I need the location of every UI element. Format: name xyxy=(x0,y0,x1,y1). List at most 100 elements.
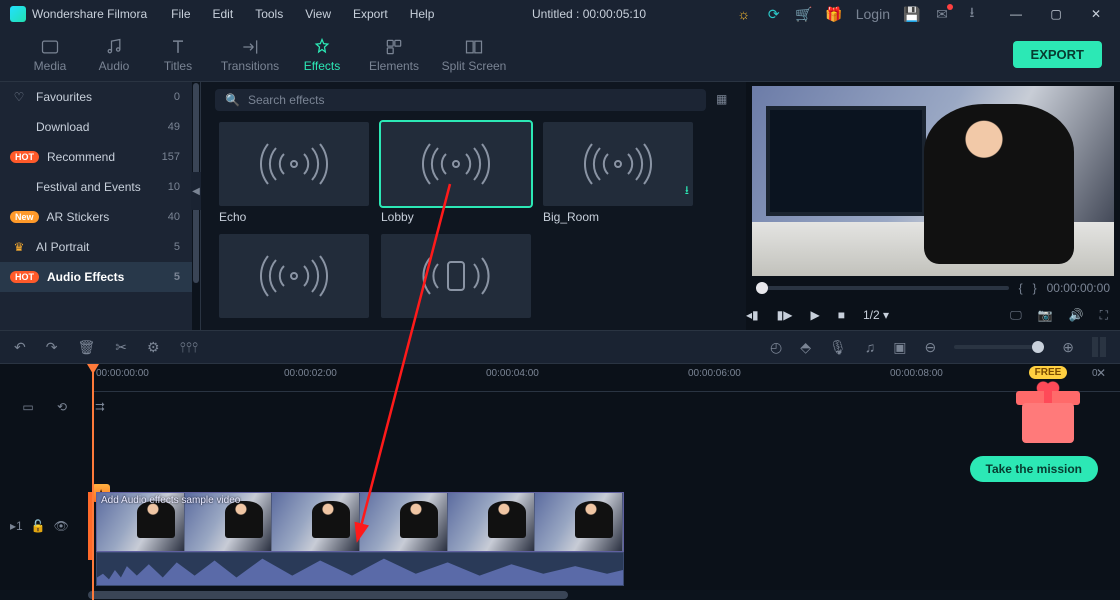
window-close-button[interactable]: ✕ xyxy=(1076,0,1116,28)
grid-view-icon[interactable]: ▦ xyxy=(716,92,732,108)
render-icon[interactable]: ◴ xyxy=(770,339,782,356)
sidebar-item-download[interactable]: Download 49 xyxy=(0,112,192,142)
window-maximize-button[interactable]: ▢ xyxy=(1036,0,1076,28)
download-effect-icon[interactable]: ⭳ xyxy=(685,181,689,202)
new-badge: New xyxy=(10,211,39,223)
menu-edit[interactable]: Edit xyxy=(205,7,242,21)
timeline-scrollbar[interactable] xyxy=(0,590,1120,600)
playhead[interactable] xyxy=(92,364,94,600)
effect-echo[interactable]: Echo xyxy=(219,122,369,224)
snapshot-icon[interactable]: 📷 xyxy=(1038,308,1053,322)
sidebar-item-ai-portrait[interactable]: ♛ AI Portrait 5 xyxy=(0,232,192,262)
effect-big-room[interactable]: ⭳ Big_Room xyxy=(543,122,693,224)
undo-button[interactable]: ↶ xyxy=(14,339,26,356)
keyframe-icon[interactable]: ▣ xyxy=(893,339,906,356)
take-mission-button[interactable]: Take the mission xyxy=(970,456,1098,482)
sidebar-item-label: AI Portrait xyxy=(36,240,166,254)
mode-elements[interactable]: Elements xyxy=(354,37,434,73)
mode-split-screen[interactable]: Split Screen xyxy=(434,37,514,73)
menu-view[interactable]: View xyxy=(297,7,339,21)
sidebar-item-label: Favourites xyxy=(36,90,166,104)
hot-badge: HOT xyxy=(10,151,39,163)
mark-out-icon[interactable]: } xyxy=(1033,281,1037,295)
zoom-slider[interactable] xyxy=(954,345,1044,349)
gift-promo[interactable]: FREE xyxy=(1008,364,1088,443)
menu-help[interactable]: Help xyxy=(402,7,443,21)
sidebar-item-audio-effects[interactable]: HOT Audio Effects 5 xyxy=(0,262,192,292)
effect-item-phone[interactable] xyxy=(381,234,531,318)
mode-transitions-label: Transitions xyxy=(221,59,279,73)
track-id: ▸1 xyxy=(10,519,23,533)
lock-icon[interactable]: 🔓 xyxy=(31,519,46,533)
sidebar-item-count: 40 xyxy=(168,211,180,223)
split-button[interactable]: ✂ xyxy=(115,339,127,356)
sidebar-item-label: Festival and Events xyxy=(36,180,160,194)
prev-frame-button[interactable]: ◂▮ xyxy=(746,308,759,322)
mode-transitions[interactable]: Transitions xyxy=(210,37,290,73)
marker-icon[interactable]: ⬘ xyxy=(800,339,811,356)
download-icon[interactable]: ⭳ xyxy=(964,6,980,22)
equalizer-icon[interactable]: ⫯⫯⫯ xyxy=(180,339,198,356)
play-button[interactable]: ▶ xyxy=(810,308,819,322)
mode-audio[interactable]: Audio xyxy=(82,37,146,73)
step-back-button[interactable]: ▮▶ xyxy=(777,308,793,322)
sidebar-item-favourites[interactable]: ♡ Favourites 0 xyxy=(0,82,192,112)
delete-button[interactable]: 🗑 xyxy=(77,339,95,356)
sidebar-item-recommend[interactable]: HOT Recommend 157 xyxy=(0,142,192,172)
refresh-icon[interactable]: ⟳ xyxy=(766,6,782,22)
search-input[interactable]: 🔍 Search effects xyxy=(215,89,706,111)
zoom-out-button[interactable]: ⊖ xyxy=(925,339,937,356)
login-link[interactable]: Login xyxy=(856,6,890,22)
sidebar-item-count: 10 xyxy=(168,181,180,193)
sidebar-collapse-button[interactable]: ◀ xyxy=(191,172,201,210)
record-vo-icon[interactable]: 🎙 xyxy=(829,339,847,356)
playback-speed[interactable]: 1/2 ▾ xyxy=(863,308,889,322)
stop-button[interactable]: ■ xyxy=(838,308,845,322)
adjust-icon[interactable]: ⚙ xyxy=(147,339,160,356)
display-settings-icon[interactable]: 🖵 xyxy=(1010,308,1022,323)
sidebar-item-label: Download xyxy=(36,120,160,134)
gift-icon[interactable]: 🎁 xyxy=(826,6,842,22)
sidebar-item-festival[interactable]: Festival and Events 10 xyxy=(0,172,192,202)
audio-mixer-icon[interactable]: ♫ xyxy=(865,339,876,355)
window-minimize-button[interactable]: — xyxy=(996,0,1036,28)
video-clip[interactable]: Add Audio effects sample video xyxy=(96,492,624,552)
export-button[interactable]: EXPORT xyxy=(1013,41,1102,68)
cart-icon[interactable]: 🛒 xyxy=(796,6,812,22)
link-icon[interactable]: ⟲ xyxy=(52,398,72,416)
lightbulb-icon[interactable]: ☼ xyxy=(736,6,752,22)
sidebar-item-ar-stickers[interactable]: New AR Stickers 40 xyxy=(0,202,192,232)
effect-item-4[interactable] xyxy=(219,234,369,318)
redo-button[interactable]: ↷ xyxy=(46,339,58,356)
menu-file[interactable]: File xyxy=(163,7,198,21)
fullscreen-icon[interactable]: ⛶ xyxy=(1100,308,1108,323)
preview-controls: ◂▮ ▮▶ ▶ ■ 1/2 ▾ 🖵 📷 🔊 ⛶ xyxy=(746,300,1120,330)
search-placeholder: Search effects xyxy=(248,93,325,107)
mark-in-icon[interactable]: { xyxy=(1019,281,1023,295)
volume-icon[interactable]: 🔊 xyxy=(1069,308,1084,322)
menu-export[interactable]: Export xyxy=(345,7,396,21)
app-logo-icon xyxy=(10,6,26,22)
menu-tools[interactable]: Tools xyxy=(247,7,291,21)
zoom-in-button[interactable]: ⊕ xyxy=(1062,339,1074,356)
preview-seek-slider[interactable] xyxy=(756,286,1009,290)
mode-effects[interactable]: Effects xyxy=(290,37,354,73)
mode-titles[interactable]: Titles xyxy=(146,37,210,73)
mode-elements-label: Elements xyxy=(369,59,419,73)
ruler-tick: 00:00:04:00 xyxy=(486,368,539,379)
preview-video[interactable] xyxy=(752,86,1114,276)
effect-lobby[interactable]: Lobby xyxy=(381,122,531,224)
effect-label: Echo xyxy=(219,210,369,224)
mode-media[interactable]: Media xyxy=(18,37,82,73)
eye-icon[interactable]: 👁 xyxy=(54,519,69,533)
ruler-tick: 00:00:00:00 xyxy=(96,368,149,379)
app-name: Wondershare Filmora xyxy=(32,7,147,21)
timeline-ruler[interactable]: 00:00:00:00 00:00:02:00 00:00:04:00 00:0… xyxy=(92,364,1120,392)
save-icon[interactable]: 💾 xyxy=(904,6,920,22)
track-size-toggle[interactable] xyxy=(1092,337,1106,357)
effects-browser: ◀ 🔍 Search effects ▦ Echo Lobby ⭳ xyxy=(200,82,746,330)
track-header[interactable]: ▸1 🔓 👁 xyxy=(0,494,88,558)
messages-icon[interactable]: ✉ xyxy=(934,6,950,22)
timeline-icon[interactable]: ▭ xyxy=(18,398,38,416)
audio-clip[interactable] xyxy=(96,552,624,586)
